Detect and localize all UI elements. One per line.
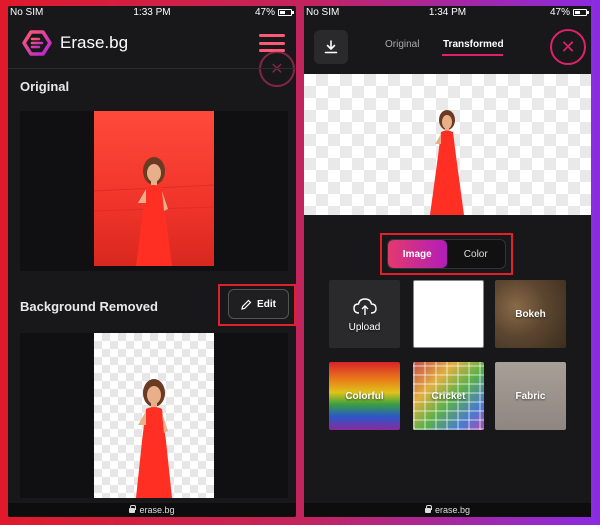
close-button[interactable]: ✕ xyxy=(550,29,586,65)
toggle-color[interactable]: Color xyxy=(447,240,506,268)
background-colorful-tile[interactable]: Colorful xyxy=(329,362,400,430)
fabric-label: Fabric xyxy=(515,390,546,402)
tab-transformed[interactable]: Transformed xyxy=(443,39,504,50)
removed-image-panel xyxy=(20,333,288,498)
battery-level: 47% xyxy=(254,7,275,18)
phone-screen-left: No SIM 1:33 PM 47% Erase.bg ✕ Original B… xyxy=(8,6,296,517)
cricket-label: Cricket xyxy=(431,390,466,402)
battery-indicator: 47% xyxy=(549,7,589,18)
background-fabric-tile[interactable]: Fabric xyxy=(495,362,566,430)
close-icon: ✕ xyxy=(259,51,295,87)
model-cutout-image xyxy=(136,379,172,498)
clock: 1:33 PM xyxy=(133,7,171,18)
status-bar: No SIM 1:33 PM 47% xyxy=(8,6,296,20)
url-text: erase.bg xyxy=(434,505,471,515)
transformed-preview xyxy=(304,74,591,215)
battery-level: 47% xyxy=(549,7,570,18)
lock-icon xyxy=(424,504,432,513)
model-figure-image xyxy=(94,157,214,266)
brand-name: Erase.bg xyxy=(60,33,129,52)
background-upload-tile[interactable]: Upload xyxy=(329,280,400,348)
edit-button[interactable]: Edit xyxy=(228,289,289,319)
phone-screen-right: No SIM 1:34 PM 47% Original Transformed … xyxy=(304,6,591,517)
url-bar[interactable]: erase.bg xyxy=(304,503,591,517)
removed-photo xyxy=(94,333,214,498)
hamburger-menu-icon[interactable] xyxy=(259,34,285,52)
download-button[interactable] xyxy=(314,30,348,64)
pencil-icon xyxy=(241,299,252,310)
clock: 1:34 PM xyxy=(428,7,467,18)
background-bokeh-tile[interactable]: Bokeh xyxy=(495,280,566,348)
battery-icon xyxy=(573,9,589,16)
battery-icon xyxy=(278,9,294,16)
model-cutout-image xyxy=(430,110,464,215)
background-type-toggle: Image Color xyxy=(387,239,506,269)
bokeh-label: Bokeh xyxy=(515,308,546,320)
close-icon: ✕ xyxy=(560,36,576,57)
cloud-upload-icon xyxy=(352,297,377,315)
background-cricket-tile[interactable]: Cricket xyxy=(413,362,484,430)
section-title-original: Original xyxy=(20,79,70,94)
toggle-image[interactable]: Image xyxy=(388,240,447,268)
tab-original[interactable]: Original xyxy=(385,39,419,50)
lock-icon xyxy=(129,504,137,513)
active-tab-indicator xyxy=(442,54,503,56)
url-text: erase.bg xyxy=(139,505,175,515)
background-blank-tile[interactable] xyxy=(413,280,484,348)
colorful-label: Colorful xyxy=(345,390,384,402)
status-bar: No SIM 1:34 PM 47% xyxy=(304,6,591,20)
original-photo xyxy=(94,111,214,266)
upload-label: Upload xyxy=(348,321,381,333)
battery-indicator: 47% xyxy=(254,7,294,18)
section-title-background-removed: Background Removed xyxy=(20,299,158,314)
download-icon xyxy=(324,40,338,54)
erase-bg-logo-icon xyxy=(22,30,52,56)
original-image-panel xyxy=(20,111,288,271)
header-divider xyxy=(8,68,296,69)
url-bar[interactable]: erase.bg xyxy=(8,503,296,517)
edit-button-label: Edit xyxy=(257,298,276,310)
brand-logo[interactable]: Erase.bg xyxy=(22,30,128,56)
